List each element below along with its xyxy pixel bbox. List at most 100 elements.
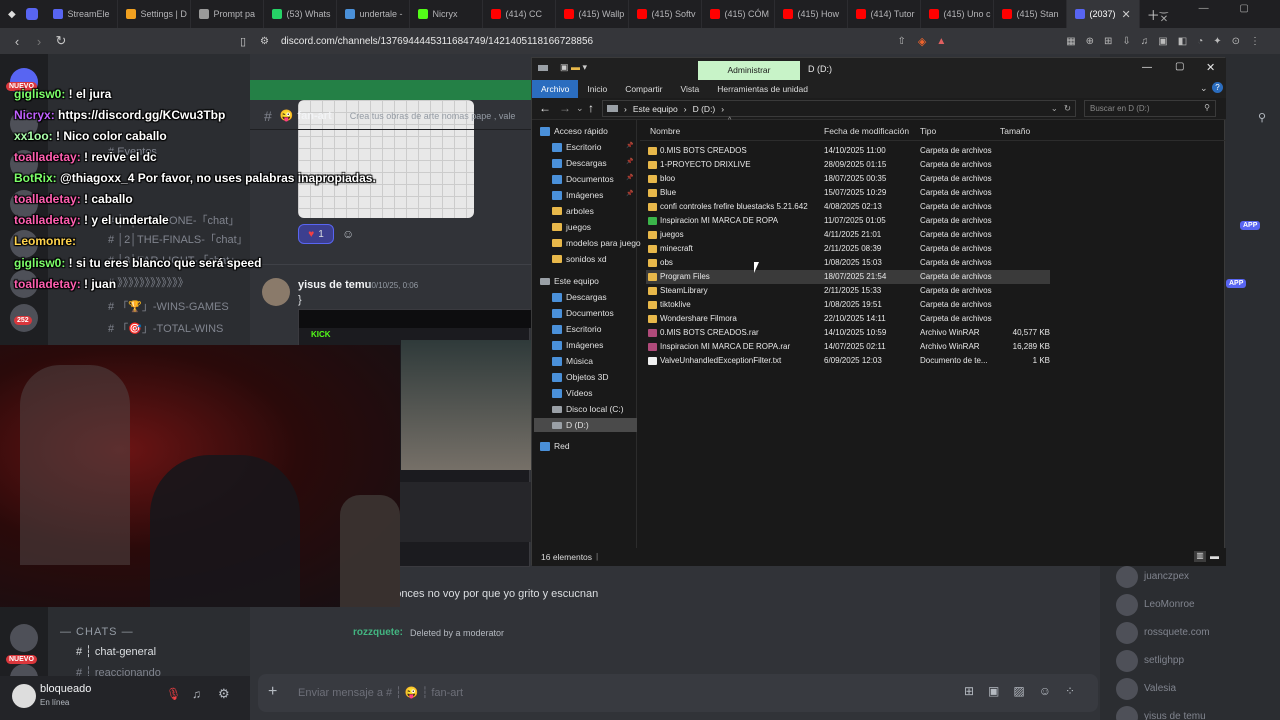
message-input[interactable]: + Enviar mensaje a # ┆ 😜 ┆ fan-art ⊞▣▨☺⁘ (258, 674, 1098, 712)
nav-quick-access[interactable]: Acceso rápido (540, 124, 608, 138)
channel-item[interactable]: # 》》》》》》》》》》》》 (108, 274, 189, 290)
member-avatar[interactable] (1116, 706, 1138, 720)
member-name[interactable]: yisus de temu (1144, 711, 1206, 720)
browser-tab[interactable]: (415) Softv (629, 0, 702, 28)
reload-icon[interactable]: ↻ (50, 33, 72, 49)
nav-quick-access-item[interactable]: arboles (552, 204, 594, 218)
ribbon-context-tab[interactable]: Administrar (698, 61, 800, 80)
browser-tab[interactable]: (414) Tutor (848, 0, 921, 28)
help-icon[interactable]: ? (1212, 82, 1223, 93)
browser-tab[interactable]: (415) Wallp (556, 0, 629, 28)
nav-this-pc-item[interactable]: Objetos 3D (552, 370, 609, 384)
nav-quick-access-item[interactable]: Escritorio (552, 140, 601, 154)
file-row[interactable]: SteamLibrary 2/11/2025 15:33 Carpeta de ar… (646, 284, 1050, 298)
url-field[interactable]: discord.com/channels/1376944445311684749… (281, 36, 593, 47)
ribbon-tab[interactable]: Inicio (578, 80, 616, 98)
settings-icon[interactable]: ⚙ (218, 686, 230, 702)
mute-icon[interactable]: 🎙 (166, 687, 181, 701)
file-row[interactable]: 0.MIS BOTS CREADOS 14/10/2025 11:00 Carpet… (646, 144, 1050, 158)
server-icon[interactable] (10, 624, 38, 652)
channel-item-general[interactable]: # ┆ chat-general (76, 645, 156, 658)
reaction-heart[interactable]: ♥ 1 (298, 224, 334, 244)
browser-tab[interactable]: Prompt pa (191, 0, 264, 28)
nav-network[interactable]: Red (540, 439, 570, 453)
minimize-button[interactable]: — (1142, 62, 1152, 73)
nav-quick-access-item[interactable]: juegos (552, 220, 591, 234)
add-reaction-icon[interactable]: ☺ (342, 227, 354, 241)
new-tab-icon[interactable]: ＋ (1147, 5, 1160, 24)
extension-icons[interactable]: ▦⊕⊞⇩♫▣◧◔✦⊙⋮ (1066, 36, 1280, 47)
browser-tab[interactable]: StreamEle (45, 0, 118, 28)
quick-access-toolbar[interactable]: ▣ ▬ ▾ (560, 62, 587, 73)
nav-quick-access-item[interactable]: sonidos xd (552, 252, 607, 266)
member-avatar[interactable] (1116, 594, 1138, 616)
bookmark-icon[interactable]: ▯ (232, 35, 254, 48)
channel-item[interactable]: # 「🎯」-TOTAL-WINS (108, 320, 223, 336)
details-view-icon[interactable]: ▥ (1194, 551, 1206, 562)
nav-this-pc-item[interactable]: Documentos (552, 306, 614, 320)
ribbon-tab[interactable]: Vista (672, 80, 709, 98)
nav-this-pc-item[interactable]: Escritorio (552, 322, 601, 336)
category-chats[interactable]: — CHATS — (60, 626, 134, 638)
nav-this-pc-item[interactable]: D (D:) (534, 418, 637, 432)
channel-item[interactable]: # │2│THE-FINALS-「chat」 (108, 231, 248, 247)
site-settings-icon[interactable]: ⚙ (260, 36, 269, 47)
member-avatar[interactable] (1116, 622, 1138, 644)
breadcrumb-este-equipo[interactable]: Este equipo (633, 104, 678, 114)
tiles-view-icon[interactable]: ▬ (1210, 551, 1219, 561)
member-avatar[interactable] (1116, 678, 1138, 700)
browser-tab[interactable]: (415) CÓM (702, 0, 775, 28)
ribbon-tab[interactable]: Herramientas de unidad (708, 80, 817, 98)
forward-arrow-icon[interactable]: → (559, 101, 571, 115)
file-row[interactable]: 0.MIS BOTS CREADOS.rar 14/10/2025 10:59 Ar… (646, 326, 1050, 340)
file-row[interactable]: obs 1/08/2025 15:03 Carpeta de archivos (646, 256, 1050, 270)
file-row[interactable]: tiktoklive 1/08/2025 19:51 Carpeta de arch… (646, 298, 1050, 312)
browser-tab[interactable]: (414) CC (483, 0, 556, 28)
breadcrumb-drive[interactable]: D (D:) (693, 104, 716, 114)
user-name[interactable]: bloqueado (40, 683, 91, 695)
browser-menu-icon[interactable]: ◆ (8, 9, 16, 20)
user-avatar[interactable] (12, 684, 36, 708)
search-box[interactable]: Buscar en D (D:) ⚲ (1084, 100, 1216, 117)
browser-tab[interactable]: undertale - (337, 0, 410, 28)
nav-this-pc-item[interactable]: Música (552, 354, 593, 368)
browser-tab[interactable]: (415) How (775, 0, 848, 28)
nav-this-pc[interactable]: Este equipo (540, 274, 599, 288)
close-button[interactable]: ✕ (1206, 61, 1215, 74)
path-box[interactable]: › Este equipo › D (D:) › ⌄ ↻ (602, 100, 1076, 117)
column-header-size[interactable]: Tamaño (1000, 124, 1030, 138)
up-arrow-icon[interactable]: ↑ (588, 101, 594, 115)
back-icon[interactable]: ‹ (6, 34, 28, 49)
browser-tab[interactable]: (415) Stan (994, 0, 1067, 28)
file-row[interactable]: Inspiracion MI MARCA DE ROPA 11/07/2025 0… (646, 214, 1050, 228)
back-arrow-icon[interactable]: ← (539, 101, 551, 115)
file-row[interactable]: bloo 18/07/2025 00:35 Carpeta de archivos (646, 172, 1050, 186)
member-name[interactable]: juanczpex (1144, 571, 1189, 582)
share-icon[interactable]: ⇧ (897, 36, 905, 47)
nav-quick-access-item[interactable]: Descargas (552, 156, 607, 170)
nav-quick-access-item[interactable]: Imágenes (552, 188, 603, 202)
column-header-type[interactable]: Tipo (920, 124, 936, 138)
browser-tab[interactable]: (415) Uno c (921, 0, 994, 28)
member-avatar[interactable] (1116, 566, 1138, 588)
recent-dropdown-icon[interactable]: ⌄ (576, 103, 584, 114)
member-name[interactable]: setlighpp (1144, 655, 1184, 666)
file-row[interactable]: Inspiracion MI MARCA DE ROPA.rar 14/07/20… (646, 340, 1050, 354)
forward-icon[interactable]: › (28, 34, 50, 49)
file-row[interactable]: minecraft 2/11/2025 08:39 Carpeta de archi… (646, 242, 1050, 256)
file-row[interactable]: confi controles frefire bluestacks 5.21.… (646, 200, 1050, 214)
nav-quick-access-item[interactable]: Documentos (552, 172, 614, 186)
window-controls[interactable]: ‿ — ▢ ✕ (1160, 3, 1280, 25)
ribbon-expand-icon[interactable]: ⌄ (1200, 83, 1208, 94)
member-name[interactable]: rossquete.com (1144, 627, 1210, 638)
member-name[interactable]: LeoMonroe (1144, 599, 1195, 610)
file-row[interactable]: juegos 4/11/2025 21:01 Carpeta de archivos (646, 228, 1050, 242)
headphones-icon[interactable]: ♫ (192, 687, 201, 701)
nav-this-pc-item[interactable]: Disco local (C:) (552, 402, 624, 416)
brave-shield-icon[interactable]: ◈ (918, 35, 926, 48)
column-header-name[interactable]: Nombre (650, 124, 680, 138)
member-search-icon[interactable]: ⚲ (1258, 111, 1266, 124)
pinned-tab-icon[interactable] (25, 8, 38, 20)
member-name[interactable]: Valesia (1144, 683, 1176, 694)
file-row[interactable]: Blue 15/07/2025 10:29 Carpeta de archivos (646, 186, 1050, 200)
